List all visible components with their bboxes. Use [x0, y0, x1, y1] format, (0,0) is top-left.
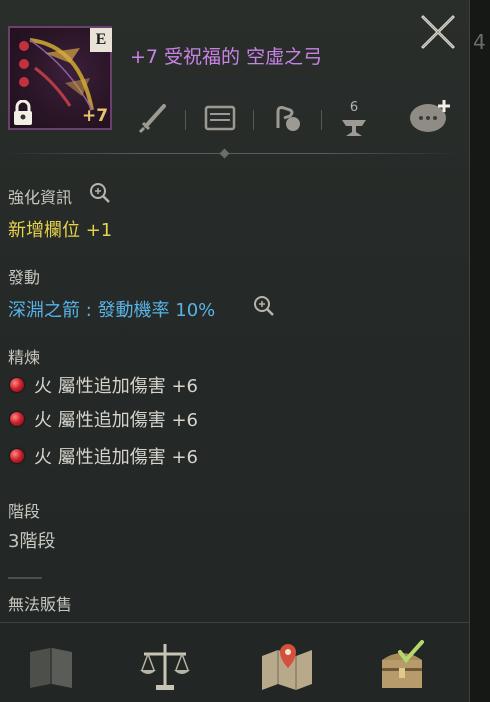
- anvil-count: 6: [350, 100, 358, 115]
- faded-divider: [8, 577, 42, 579]
- chat-add-icon[interactable]: [406, 98, 454, 138]
- chest-icon[interactable]: [374, 638, 432, 694]
- background-glyph: 4: [473, 30, 486, 54]
- ruby-gem-icon: [10, 449, 24, 463]
- activation-label: 發動: [8, 268, 41, 287]
- enhance-info-label: 強化資訊: [8, 188, 73, 207]
- enhance-level: +7: [82, 106, 109, 126]
- divider-ornament: [219, 148, 230, 159]
- activation-detail: 發動機率 10%: [97, 300, 216, 321]
- card-icon[interactable]: [200, 98, 240, 138]
- header-divider: [0, 153, 460, 154]
- toolbar-separator: [185, 110, 186, 130]
- hand-bag-icon[interactable]: [266, 98, 306, 138]
- ruby-gem-icon: [10, 412, 24, 426]
- bottom-divider: [0, 622, 470, 623]
- tier-value: 3階段: [8, 531, 56, 552]
- sword-icon[interactable]: [134, 98, 174, 138]
- sell-status: 無法販售: [8, 595, 73, 614]
- activation-value: 深淵之箭 : 發動機率 10%: [8, 296, 215, 322]
- tier-label: 階段: [8, 502, 41, 521]
- activation-skill-name: 深淵之箭: [8, 300, 80, 321]
- ruby-gem-icon: [10, 378, 24, 392]
- grade-badge: E: [90, 28, 112, 52]
- toolbar-separator: [321, 110, 322, 130]
- refine-line: 火 屬性追加傷害 +6: [34, 447, 198, 468]
- item-tooltip-panel: E +7 +7 受祝福的 空虛之弓 6 強化資訊 新增欄位 +1 發動 深淵之箭…: [0, 0, 470, 702]
- scales-icon[interactable]: [136, 638, 194, 694]
- activation-separator: :: [85, 300, 92, 321]
- anvil-icon[interactable]: 6: [334, 98, 374, 138]
- refine-line: 火 屬性追加傷害 +6: [34, 376, 198, 397]
- toolbar-separator: [253, 110, 254, 130]
- magnifier-icon[interactable]: [88, 181, 112, 205]
- refine-label: 精煉: [8, 348, 41, 367]
- map-icon[interactable]: [258, 638, 316, 694]
- enhance-info-value: 新增欄位 +1: [8, 220, 113, 241]
- lock-icon: [12, 99, 34, 126]
- magnifier-icon[interactable]: [252, 294, 276, 318]
- item-title: +7 受祝福的 空虛之弓: [130, 46, 323, 68]
- background-window-edge: 4: [470, 0, 490, 702]
- close-button[interactable]: [418, 12, 458, 52]
- refine-line: 火 屬性追加傷害 +6: [34, 410, 198, 431]
- book-icon[interactable]: [22, 638, 80, 694]
